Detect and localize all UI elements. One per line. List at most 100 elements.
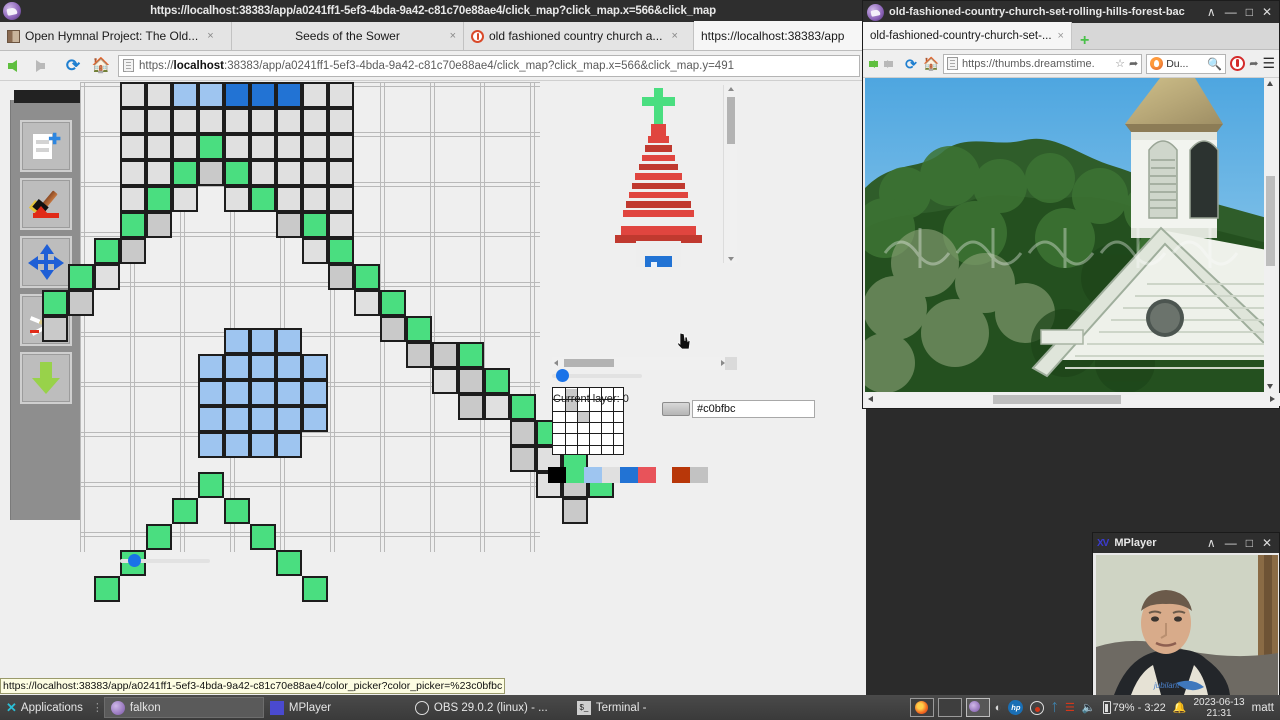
shade-icon[interactable]: ∧ <box>1207 537 1216 549</box>
minimize-icon[interactable]: — <box>1225 537 1237 549</box>
artwork-preview[interactable] <box>552 82 737 267</box>
canvas-cell[interactable] <box>302 406 328 432</box>
canvas-cell[interactable] <box>250 524 276 550</box>
palette-swatch[interactable] <box>690 467 708 483</box>
canvas-cell[interactable] <box>276 406 302 432</box>
canvas-cell[interactable] <box>146 82 172 108</box>
tab-country-church[interactable]: old fashioned country church a... × <box>464 22 694 50</box>
canvas-cell[interactable] <box>120 212 146 238</box>
popup-vertical-scrollbar[interactable] <box>1264 78 1277 392</box>
canvas-cell[interactable] <box>250 432 276 458</box>
canvas-cell[interactable] <box>224 134 250 160</box>
tab-seeds-of-the-sower[interactable]: Seeds of the Sower × <box>232 22 464 50</box>
canvas-cell[interactable] <box>198 380 224 406</box>
reload-icon[interactable]: ⟳ <box>62 55 84 77</box>
canvas-cell[interactable] <box>198 354 224 380</box>
pixel-canvas[interactable] <box>42 82 614 602</box>
canvas-cell[interactable] <box>120 108 146 134</box>
canvas-cell[interactable] <box>198 160 224 186</box>
canvas-cell[interactable] <box>354 290 380 316</box>
canvas-cell[interactable] <box>198 432 224 458</box>
popup-address-bar[interactable]: https://thumbs.dreamstime. ☆ ➦ <box>943 53 1143 74</box>
forward-arrow-icon[interactable] <box>884 53 899 75</box>
canvas-cell[interactable] <box>328 212 354 238</box>
canvas-cell[interactable] <box>432 368 458 394</box>
maximize-icon[interactable]: □ <box>1246 537 1253 549</box>
taskbar-item-terminal[interactable]: $_ Terminal - <box>571 697 701 718</box>
clock[interactable]: 2023-06-13 21:31 <box>1193 697 1244 719</box>
new-layer-tool[interactable]: ✚ <box>20 120 72 172</box>
canvas-cell[interactable] <box>276 354 302 380</box>
canvas-cell[interactable] <box>276 212 302 238</box>
scroll-left-icon[interactable] <box>554 360 558 366</box>
scroll-down-icon[interactable] <box>728 257 734 261</box>
workspace-3[interactable] <box>965 698 990 717</box>
canvas-cell[interactable] <box>120 134 146 160</box>
layer-grid-cell[interactable] <box>578 411 589 422</box>
volume-icon[interactable]: 🔈 <box>1082 701 1096 714</box>
canvas-cell[interactable] <box>406 342 432 368</box>
workspace-1[interactable] <box>909 698 934 717</box>
canvas-cell[interactable] <box>328 108 354 134</box>
palette-swatch[interactable] <box>566 467 584 483</box>
taskbar-item-falkon[interactable]: falkon <box>103 697 264 718</box>
bookmark-star-icon[interactable]: ☆ <box>1115 57 1125 70</box>
canvas-cell[interactable] <box>224 82 250 108</box>
canvas-cell[interactable] <box>68 264 94 290</box>
canvas-cell[interactable] <box>172 108 198 134</box>
canvas-cell[interactable] <box>146 524 172 550</box>
canvas-cell[interactable] <box>302 108 328 134</box>
canvas-cell[interactable] <box>302 576 328 602</box>
canvas-cell[interactable] <box>328 238 354 264</box>
canvas-cell[interactable] <box>302 82 328 108</box>
hamburger-menu-icon[interactable]: ☰ <box>1262 55 1275 72</box>
canvas-cell[interactable] <box>328 82 354 108</box>
slider-knob[interactable] <box>555 369 569 382</box>
scroll-right-icon[interactable] <box>1270 396 1275 402</box>
canvas-cell[interactable] <box>172 186 198 212</box>
canvas-cell[interactable] <box>224 354 250 380</box>
canvas-cell[interactable] <box>302 160 328 186</box>
canvas-cell[interactable] <box>458 394 484 420</box>
canvas-cell[interactable] <box>302 134 328 160</box>
scrollbar-thumb[interactable] <box>727 97 735 144</box>
canvas-cell[interactable] <box>276 550 302 576</box>
webcam-video[interactable]: jubilant <box>1096 555 1278 695</box>
canvas-cell[interactable] <box>432 342 458 368</box>
canvas-cell[interactable] <box>42 290 68 316</box>
canvas-cell[interactable] <box>250 186 276 212</box>
panel-grip[interactable]: ⋮ <box>92 701 103 714</box>
canvas-cell[interactable] <box>302 238 328 264</box>
canvas-cell[interactable] <box>354 264 380 290</box>
color-palette[interactable] <box>548 467 708 483</box>
workspace-2[interactable] <box>937 698 962 717</box>
canvas-cell[interactable] <box>224 328 250 354</box>
scrollbar-thumb[interactable] <box>564 359 614 367</box>
canvas-cell[interactable] <box>276 432 302 458</box>
canvas-cell[interactable] <box>250 406 276 432</box>
canvas-cell[interactable] <box>198 472 224 498</box>
canvas-cell[interactable] <box>484 394 510 420</box>
canvas-cell[interactable] <box>146 108 172 134</box>
canvas-cell[interactable] <box>276 160 302 186</box>
canvas-cell[interactable] <box>276 328 302 354</box>
forward-arrow-icon[interactable] <box>34 55 56 77</box>
slider-knob[interactable] <box>127 554 141 567</box>
canvas-cell[interactable] <box>146 212 172 238</box>
canvas-cell[interactable] <box>328 264 354 290</box>
canvas-cell[interactable] <box>224 498 250 524</box>
microphone-icon[interactable]: ☰ <box>1065 701 1075 714</box>
workspace-pager[interactable] <box>905 698 995 717</box>
canvas-cell[interactable] <box>484 368 510 394</box>
canvas-cell[interactable] <box>250 354 276 380</box>
canvas-cell[interactable] <box>302 354 328 380</box>
canvas-cell[interactable] <box>146 160 172 186</box>
tab-open-hymnal[interactable]: Open Hymnal Project: The Old... × <box>0 22 232 50</box>
canvas-cell[interactable] <box>198 82 224 108</box>
popup-horizontal-scrollbar[interactable] <box>865 393 1280 406</box>
canvas-cell[interactable] <box>120 160 146 186</box>
search-icon[interactable]: 🔍 <box>1207 57 1222 71</box>
canvas-cell[interactable] <box>172 160 198 186</box>
canvas-cell[interactable] <box>94 238 120 264</box>
hp-icon[interactable]: hp <box>1008 700 1024 715</box>
